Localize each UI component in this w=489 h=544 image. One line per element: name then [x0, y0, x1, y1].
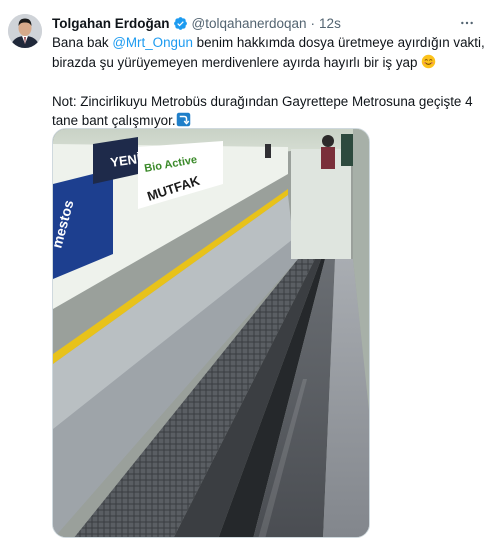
tweet-header: Tolgahan Erdoğan @tolqahanerdoqan · 12s [52, 13, 341, 33]
author-display-name[interactable]: Tolgahan Erdoğan [52, 16, 170, 31]
tweet-text: Bana bak @Mrt_Ongun benim hakkımda dosya… [52, 33, 485, 131]
right-arrow-curving-down-emoji-icon [176, 112, 191, 127]
avatar-photo [8, 14, 42, 48]
smiling-face-emoji-icon [421, 54, 436, 69]
tweet-card[interactable]: Tolgahan Erdoğan @tolqahanerdoqan · 12s … [0, 0, 489, 544]
text-segment: tane bant çalışmıyor. [52, 113, 176, 128]
text-segment: Bana bak [52, 35, 113, 50]
mention-link[interactable]: @Mrt_Ongun [112, 35, 193, 50]
moving-walkway-photo: YENİ Bio Active MUTFAK mestos [53, 129, 369, 537]
tweet-timestamp[interactable]: 12s [319, 16, 341, 31]
tweet-text-line-3: Not: Zincirlikuyu Metrobüs durağından Ga… [52, 93, 473, 109]
more-options-icon[interactable] [457, 14, 477, 32]
text-segment: birazda şu yürüyemeyen merdivenlere ayır… [52, 54, 418, 70]
tweet-photo[interactable]: YENİ Bio Active MUTFAK mestos [52, 128, 370, 538]
author-handle[interactable]: @tolqahanerdoqan [192, 16, 307, 31]
verified-badge-icon [173, 16, 188, 31]
text-segment: benim hakkımda dosya üretmeye ayırdığın … [192, 35, 485, 50]
author-avatar[interactable] [8, 14, 42, 48]
meta-separator: · [310, 15, 316, 31]
tweet-text-line-1: Bana bak @Mrt_Ongun benim hakkımda dosya… [52, 33, 485, 53]
tweet-text-line-2: birazda şu yürüyemeyen merdivenlere ayır… [52, 53, 477, 73]
